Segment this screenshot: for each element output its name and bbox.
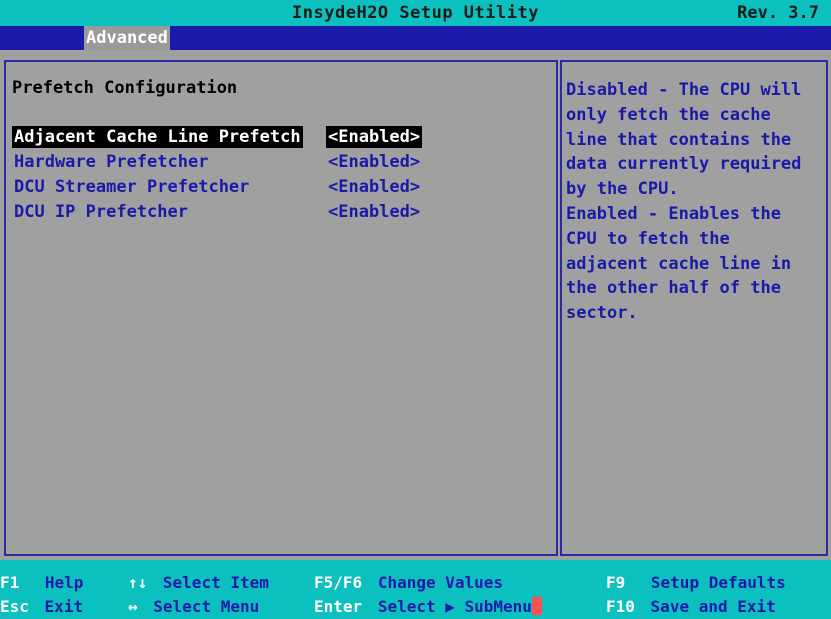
separator-strip bbox=[0, 50, 831, 60]
help-line: Enabled - Enables the bbox=[566, 203, 781, 224]
key-f1-action: Help bbox=[44, 573, 84, 592]
arrow-up-down-icon: ↑↓ bbox=[128, 573, 148, 592]
section-title: Prefetch Configuration bbox=[12, 78, 238, 98]
help-line: line that contains the bbox=[566, 129, 792, 150]
setting-label: DCU Streamer Prefetcher bbox=[14, 177, 250, 197]
revision-label: Rev. 3.7 bbox=[737, 3, 819, 23]
help-line: data currently required bbox=[566, 154, 802, 175]
key-f5-f6: F5/F6 bbox=[314, 573, 363, 592]
key-legend-bar: F1 Help Esc Exit ↑↓ Select Item ↔ Select… bbox=[0, 560, 831, 619]
help-line: the other half of the bbox=[566, 278, 781, 299]
key-select-menu-action: Select Menu bbox=[153, 597, 260, 616]
text-cursor bbox=[531, 597, 542, 615]
key-enter-action: Select ▶ SubMenu bbox=[377, 597, 532, 616]
key-hint-setup-defaults: F9 Setup Defaults bbox=[606, 573, 786, 592]
key-f10: F10 bbox=[606, 597, 635, 616]
key-hint-select-item: ↑↓ Select Item bbox=[128, 573, 269, 592]
tab-advanced[interactable]: Advanced bbox=[84, 26, 170, 50]
key-hint-change-values: F5/F6 Change Values bbox=[314, 573, 503, 592]
help-line: sector. bbox=[566, 303, 638, 324]
settings-panel: Prefetch Configuration Adjacent Cache Li… bbox=[4, 60, 558, 556]
key-f1: F1 bbox=[0, 573, 20, 592]
help-line: by the CPU. bbox=[566, 179, 679, 200]
help-line: only fetch the cache bbox=[566, 104, 771, 125]
utility-title: InsydeH2O Setup Utility bbox=[292, 3, 539, 23]
key-esc: Esc bbox=[0, 597, 29, 616]
menu-tab-bar: Advanced bbox=[0, 26, 831, 50]
setting-label: DCU IP Prefetcher bbox=[14, 202, 188, 222]
bios-screen: InsydeH2O Setup Utility Rev. 3.7 Advance… bbox=[0, 0, 831, 619]
key-f9-action: Setup Defaults bbox=[650, 573, 786, 592]
key-f10-action: Save and Exit bbox=[650, 597, 776, 616]
key-select-item-action: Select Item bbox=[162, 573, 269, 592]
title-bar: InsydeH2O Setup Utility Rev. 3.7 bbox=[0, 0, 831, 26]
key-esc-action: Exit bbox=[44, 597, 84, 616]
help-line: Disabled - The CPU will bbox=[566, 80, 802, 100]
help-line: adjacent cache line in bbox=[566, 253, 792, 274]
setting-label: Hardware Prefetcher bbox=[14, 152, 209, 172]
help-text: Disabled - The CPU will only fetch the c… bbox=[566, 78, 822, 326]
setting-value[interactable]: <Enabled> bbox=[326, 201, 422, 223]
key-hint-f1: F1 Help bbox=[0, 573, 83, 592]
key-change-values-action: Change Values bbox=[377, 573, 504, 592]
setting-value[interactable]: <Enabled> bbox=[326, 151, 422, 173]
key-enter: Enter bbox=[314, 597, 363, 616]
key-hint-select-menu: ↔ Select Menu bbox=[128, 597, 259, 616]
setting-label: Adjacent Cache Line Prefetch bbox=[12, 126, 303, 148]
setting-value[interactable]: <Enabled> bbox=[326, 126, 423, 148]
arrow-left-right-icon: ↔ bbox=[128, 597, 138, 616]
key-hint-esc: Esc Exit bbox=[0, 597, 83, 616]
help-panel: Disabled - The CPU will only fetch the c… bbox=[560, 60, 828, 556]
key-f9: F9 bbox=[606, 573, 626, 592]
setting-value[interactable]: <Enabled> bbox=[326, 176, 422, 198]
key-hint-enter: Enter Select ▶ SubMenu bbox=[314, 597, 542, 616]
help-line: CPU to fetch the bbox=[566, 228, 730, 249]
key-hint-save-exit: F10 Save and Exit bbox=[606, 597, 776, 616]
